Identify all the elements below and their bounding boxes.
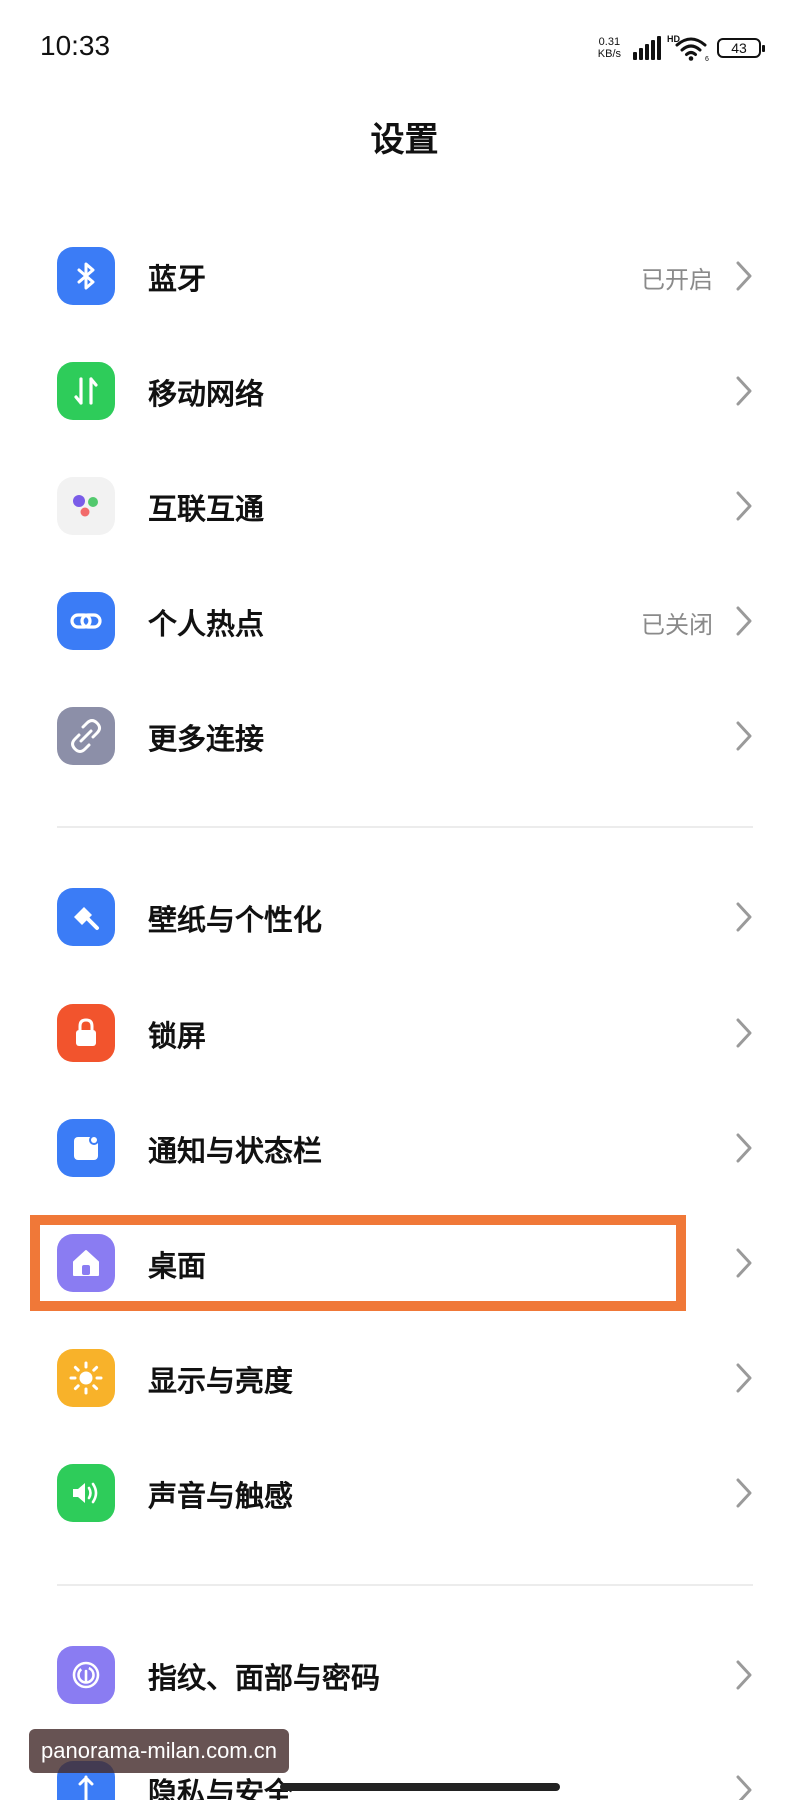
chevron-right-icon [736, 491, 752, 521]
chevron-right-icon [736, 902, 752, 932]
settings-item-wallpaper[interactable]: 壁纸与个性化 [0, 867, 809, 967]
brightness-icon [57, 1349, 115, 1407]
interconnect-icon [57, 477, 115, 535]
hotspot-link-icon [57, 592, 115, 650]
more-connections-icon [57, 707, 115, 765]
settings-item-label: 蓝牙 [148, 262, 207, 296]
highlight-box [30, 1215, 686, 1311]
chevron-right-icon [736, 1133, 752, 1163]
page-title: 设置 [370, 120, 439, 160]
settings-item-label: 壁纸与个性化 [148, 903, 323, 937]
cell-signal-icon: HD [629, 34, 680, 62]
settings-item-bluetooth[interactable]: 蓝牙 已开启 [0, 226, 809, 326]
wallpaper-brush-icon [57, 888, 115, 946]
wifi-badge: 6 [705, 56, 709, 62]
chevron-right-icon [736, 376, 752, 406]
watermark-label: panorama-milan.com.cn [29, 1729, 289, 1773]
network-speed-value: 0.31 [598, 36, 621, 48]
sound-icon [57, 1464, 115, 1522]
settings-item-label: 隐私与安全 [148, 1776, 294, 1800]
settings-item-more-connections[interactable]: 更多连接 [0, 686, 809, 786]
bluetooth-icon [57, 247, 115, 305]
settings-item-sound-haptics[interactable]: 声音与触感 [0, 1443, 809, 1543]
chevron-right-icon [736, 261, 752, 291]
section-divider [57, 1584, 753, 1586]
settings-item-label: 声音与触感 [148, 1479, 294, 1513]
chevron-right-icon [736, 1660, 752, 1690]
chevron-right-icon [736, 1775, 752, 1800]
chevron-right-icon [736, 1248, 752, 1278]
chevron-right-icon [736, 1018, 752, 1048]
battery-icon: 43 [717, 38, 765, 58]
wifi-icon: 6 [675, 34, 709, 63]
settings-item-interconnect[interactable]: 互联互通 [0, 456, 809, 556]
settings-item-label: 指纹、面部与密码 [148, 1661, 381, 1695]
settings-item-notifications[interactable]: 通知与状态栏 [0, 1098, 809, 1198]
chevron-right-icon [736, 606, 752, 636]
home-indicator[interactable] [280, 1783, 560, 1791]
chevron-right-icon [736, 1363, 752, 1393]
chevron-right-icon [736, 721, 752, 751]
mobile-data-icon [57, 362, 115, 420]
network-speed-unit: KB/s [597, 48, 621, 60]
fingerprint-icon [57, 1646, 115, 1704]
settings-item-display-brightness[interactable]: 显示与亮度 [0, 1328, 809, 1428]
section-divider [57, 826, 753, 828]
settings-item-label: 通知与状态栏 [148, 1134, 323, 1168]
settings-item-label: 移动网络 [148, 377, 265, 411]
settings-item-fingerprint-face-password[interactable]: 指纹、面部与密码 [0, 1625, 809, 1725]
status-icons: 0.31 KB/s HD 6 43 [598, 33, 765, 63]
settings-item-label: 更多连接 [148, 722, 265, 756]
settings-item-status: 已开启 [641, 266, 713, 294]
notification-icon [57, 1119, 115, 1177]
settings-item-lock-screen[interactable]: 锁屏 [0, 983, 809, 1083]
lock-icon [57, 1004, 115, 1062]
status-bar: 10:33 0.31 KB/s HD 6 43 [0, 0, 809, 100]
status-time: 10:33 [40, 30, 111, 61]
settings-screen: 10:33 0.31 KB/s HD 6 43 设置 蓝牙 已开启 移动网络 互… [0, 0, 809, 1800]
network-speed: 0.31 KB/s [598, 36, 621, 60]
chevron-right-icon [736, 1478, 752, 1508]
settings-item-label: 个人热点 [148, 607, 265, 641]
settings-item-mobile-network[interactable]: 移动网络 [0, 341, 809, 441]
settings-item-label: 显示与亮度 [148, 1364, 294, 1398]
settings-item-hotspot[interactable]: 个人热点 已关闭 [0, 571, 809, 671]
settings-item-label: 锁屏 [148, 1019, 207, 1053]
settings-item-status: 已关闭 [641, 611, 713, 639]
settings-item-label: 互联互通 [148, 492, 265, 526]
